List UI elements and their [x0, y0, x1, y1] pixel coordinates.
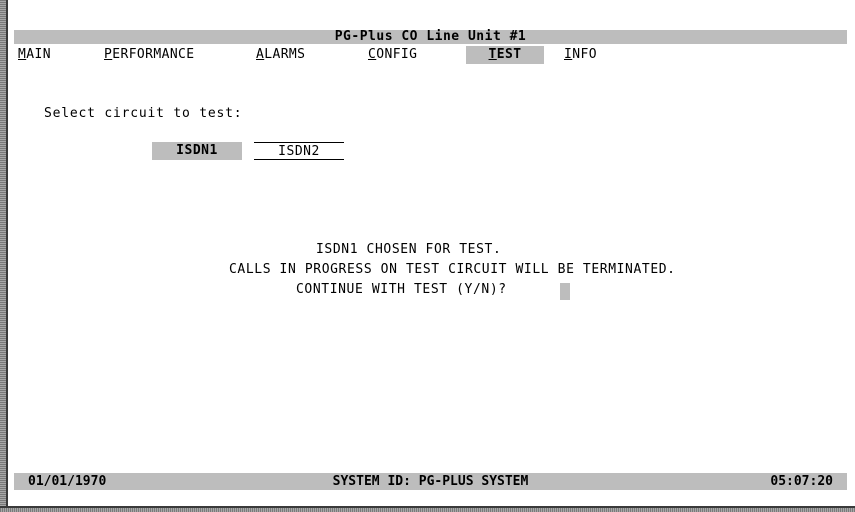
title-bar: PG-Plus CO Line Unit #1 — [14, 30, 847, 44]
test-chosen-message: ISDN1 CHOSEN FOR TEST. — [316, 242, 502, 257]
menu-label: ONFIG — [376, 47, 418, 62]
circuit-label: ISDN1 — [176, 143, 218, 158]
menu-item-alarms[interactable]: ALARMS — [252, 46, 309, 64]
menu-hotkey: M — [18, 47, 27, 62]
window-top-edge — [8, 0, 855, 8]
window-bottom-border — [0, 506, 855, 512]
menu-label: ERFORMANCE — [112, 47, 195, 62]
circuit-label: ISDN2 — [278, 144, 320, 159]
circuit-prompt: Select circuit to test: — [44, 106, 243, 121]
menu-label: AIN — [26, 47, 51, 62]
menu-item-info[interactable]: INFO — [560, 46, 601, 64]
continue-confirm-prompt: CONTINUE WITH TEST (Y/N)? — [296, 282, 507, 297]
status-bar: 01/01/1970 SYSTEM ID: PG-PLUS SYSTEM 05:… — [14, 473, 847, 490]
circuit-isdn2-button[interactable]: ISDN2 — [254, 142, 344, 160]
status-system-id: SYSTEM ID: PG-PLUS SYSTEM — [332, 474, 529, 489]
status-time: 05:07:20 — [770, 474, 833, 489]
text-cursor[interactable] — [560, 283, 570, 300]
menu-hotkey: C — [368, 47, 377, 62]
screen-title: PG-Plus CO Line Unit #1 — [334, 29, 527, 44]
window-left-border — [0, 0, 8, 512]
menu-item-performance[interactable]: PERFORMANCE — [100, 46, 199, 64]
calls-terminated-warning: CALLS IN PROGRESS ON TEST CIRCUIT WILL B… — [229, 262, 676, 277]
menu-item-config[interactable]: CONFIG — [364, 46, 421, 64]
menu-label: LARMS — [264, 47, 306, 62]
terminal-window: PG-Plus CO Line Unit #1 MAIN PERFORMANCE… — [0, 0, 855, 512]
menu-item-main[interactable]: MAIN — [14, 46, 55, 64]
menu-hotkey: P — [104, 47, 113, 62]
menu-label: EST — [496, 47, 522, 62]
menu-item-test[interactable]: TEST — [466, 46, 544, 64]
menu-hotkey: I — [564, 47, 573, 62]
circuit-isdn1-button[interactable]: ISDN1 — [152, 142, 242, 160]
menu-label: NFO — [572, 47, 597, 62]
terminal-screen: PG-Plus CO Line Unit #1 MAIN PERFORMANCE… — [14, 30, 847, 500]
menu-hotkey: A — [256, 47, 265, 62]
main-menu: MAIN PERFORMANCE ALARMS CONFIG TEST INFO — [14, 46, 847, 64]
menu-hotkey: T — [488, 47, 497, 62]
